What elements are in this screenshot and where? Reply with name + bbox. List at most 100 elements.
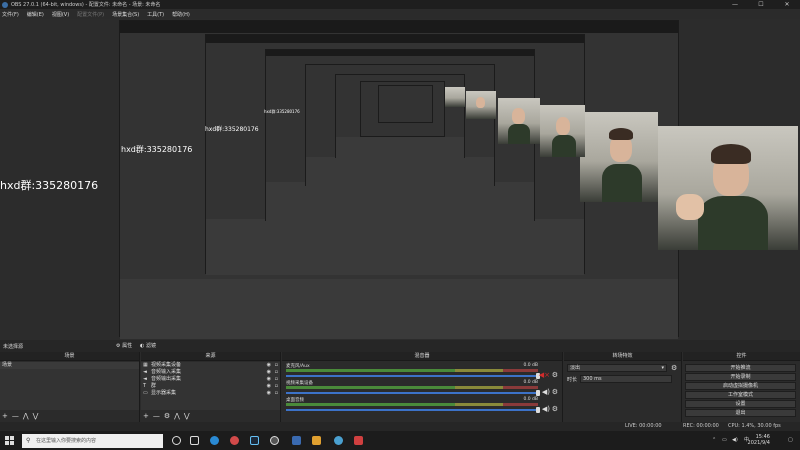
menu-profile[interactable]: 配置文件(P): [77, 11, 104, 18]
source-item[interactable]: T 群 ◉ ▫: [141, 383, 280, 390]
volume-slider[interactable]: [286, 375, 538, 377]
lock-icon[interactable]: ▫: [275, 362, 278, 369]
taskbar-clock[interactable]: 15:46 2021/9/4: [748, 434, 770, 446]
source-item[interactable]: ▦ 视频采集设备 ◉ ▫: [141, 362, 280, 369]
visibility-eye-icon[interactable]: ◉: [267, 383, 271, 390]
visibility-eye-icon[interactable]: ◉: [267, 390, 271, 397]
volume-meter: [286, 386, 538, 389]
transitions-panel: 转场特效 淡出 ▾ ⚙ 时长 300 ms: [564, 352, 682, 422]
move-source-up-button[interactable]: ⋀: [174, 410, 180, 422]
gear-icon[interactable]: ⚙: [552, 388, 558, 396]
gear-icon[interactable]: ⚙: [552, 405, 558, 413]
monitor-icon: ▭: [143, 390, 148, 396]
menu-view[interactable]: 视图(V): [52, 11, 69, 18]
volume-slider[interactable]: [286, 392, 538, 394]
lock-icon[interactable]: ▫: [275, 383, 278, 390]
scenes-list: 场景: [0, 362, 139, 410]
menu-bar: 文件(F) 编辑(E) 视图(V) 配置文件(P) 场景集合(S) 工具(T) …: [0, 9, 800, 19]
netease-music-icon[interactable]: [230, 436, 239, 445]
close-button[interactable]: ✕: [774, 0, 800, 9]
menu-help[interactable]: 帮助(H): [172, 11, 190, 18]
app-taskbar-icon[interactable]: [292, 436, 301, 445]
preview-canvas[interactable]: hxd群:335280176 hxd群:335280176 hxd群:33528…: [0, 19, 800, 340]
menu-scene-collection[interactable]: 场景集合(S): [112, 11, 139, 18]
channel-db: 0.0 dB: [523, 380, 538, 385]
filters-button[interactable]: ◐ 滤镜: [140, 342, 160, 350]
app-taskbar-icon[interactable]: [354, 436, 363, 445]
volume-slider-handle[interactable]: [536, 390, 540, 396]
menu-edit[interactable]: 编辑(E): [27, 11, 44, 18]
source-properties-gear-icon[interactable]: ⚙: [164, 410, 170, 422]
camera-icon: ▦: [143, 362, 148, 368]
scenes-footer: + — ⋀ ⋁: [0, 410, 139, 422]
source-item[interactable]: ▭ 显示器采集 ◉ ▫: [141, 390, 280, 397]
speaker-icon[interactable]: ◀): [542, 405, 550, 413]
lock-icon[interactable]: ▫: [275, 390, 278, 397]
visibility-eye-icon[interactable]: ◉: [267, 362, 271, 369]
add-scene-button[interactable]: +: [2, 410, 8, 422]
scene-item[interactable]: 场景: [0, 362, 139, 369]
network-icon[interactable]: ▭: [722, 431, 727, 450]
maximize-button[interactable]: ☐: [748, 0, 774, 9]
start-virtual-camera-button[interactable]: 启动虚拟摄像机: [685, 382, 796, 390]
speaker-icon[interactable]: ◀): [542, 388, 550, 396]
steam-icon[interactable]: [250, 436, 259, 445]
volume-slider-handle[interactable]: [536, 407, 540, 413]
lock-icon[interactable]: ▫: [275, 369, 278, 376]
text-icon: T: [143, 383, 147, 389]
live-status: LIVE: 00:00:00: [625, 423, 662, 429]
app-taskbar-icon[interactable]: [312, 436, 321, 445]
add-source-button[interactable]: +: [143, 410, 149, 422]
settings-button[interactable]: 设置: [685, 400, 796, 408]
obs-taskbar-icon[interactable]: [270, 436, 279, 445]
start-streaming-button[interactable]: 开始推流: [685, 364, 796, 372]
app-taskbar-icon[interactable]: [334, 436, 343, 445]
exit-button[interactable]: 退出: [685, 409, 796, 417]
taskbar-search-input[interactable]: ⚲ 在这里输入你要搜索的内容: [22, 434, 163, 448]
gear-icon[interactable]: ⚙: [671, 364, 677, 372]
minimize-button[interactable]: —: [722, 0, 748, 9]
source-label: 显示器采集: [151, 390, 177, 396]
webcam-feed: [445, 87, 465, 107]
title-bar: OBS 27.0.1 (64-bit, windows) - 配置文件: 未命名…: [0, 0, 800, 9]
duration-field[interactable]: 300 ms: [580, 375, 672, 383]
edge-browser-icon[interactable]: [210, 436, 219, 445]
filters-label: 滤镜: [145, 343, 156, 349]
gear-icon[interactable]: ⚙: [552, 371, 558, 379]
task-view-icon[interactable]: [190, 436, 199, 445]
visibility-eye-icon[interactable]: ◉: [267, 369, 271, 376]
source-item[interactable]: ◄ 音频输入采集 ◉ ▫: [141, 369, 280, 376]
notification-icon[interactable]: ▢: [788, 431, 793, 450]
selected-source-label: 未选择源: [3, 344, 24, 350]
mixer-channels: 麦克风/Aux 0.0 dB ◀× ⚙ 视频采集设备 0.0 dB ◀) ⚙ 桌…: [282, 363, 562, 414]
properties-button[interactable]: ⚙ 属性: [116, 342, 136, 350]
scenes-panel: 场景 场景 + — ⋀ ⋁: [0, 352, 140, 422]
mixer-title: 混音器: [282, 352, 562, 361]
sources-title: 来源: [141, 352, 280, 361]
menu-tools[interactable]: 工具(T): [147, 11, 164, 18]
transition-select[interactable]: 淡出 ▾: [567, 364, 667, 372]
lock-icon[interactable]: ▫: [275, 376, 278, 383]
windows-start-icon[interactable]: [5, 436, 14, 445]
audio-mixer-panel: 混音器 麦克风/Aux 0.0 dB ◀× ⚙ 视频采集设备 0.0 dB ◀)…: [282, 352, 563, 422]
move-scene-down-button[interactable]: ⋁: [33, 410, 39, 422]
visibility-eye-icon[interactable]: ◉: [267, 376, 271, 383]
source-label: 群: [151, 383, 157, 389]
cortana-icon[interactable]: [172, 436, 181, 445]
webcam-feed: [466, 91, 496, 119]
move-source-down-button[interactable]: ⋁: [184, 410, 190, 422]
source-item[interactable]: ◄ 音频输出采集 ◉ ▫: [141, 376, 280, 383]
channel-db: 0.0 dB: [523, 363, 538, 368]
move-scene-up-button[interactable]: ⋀: [23, 410, 29, 422]
menu-file[interactable]: 文件(F): [2, 11, 19, 18]
start-recording-button[interactable]: 开始录制: [685, 373, 796, 381]
volume-slider[interactable]: [286, 409, 538, 411]
volume-icon[interactable]: ◀): [732, 431, 738, 450]
studio-mode-button[interactable]: 工作室模式: [685, 391, 796, 399]
muted-speaker-icon[interactable]: ◀×: [539, 371, 550, 379]
tray-up-arrow-icon[interactable]: ⌃: [712, 431, 716, 450]
webcam-feed: [658, 126, 798, 250]
remove-source-button[interactable]: —: [153, 410, 160, 422]
mixer-channel: 视频采集设备 0.0 dB ◀) ⚙: [284, 380, 560, 397]
remove-scene-button[interactable]: —: [12, 410, 19, 422]
